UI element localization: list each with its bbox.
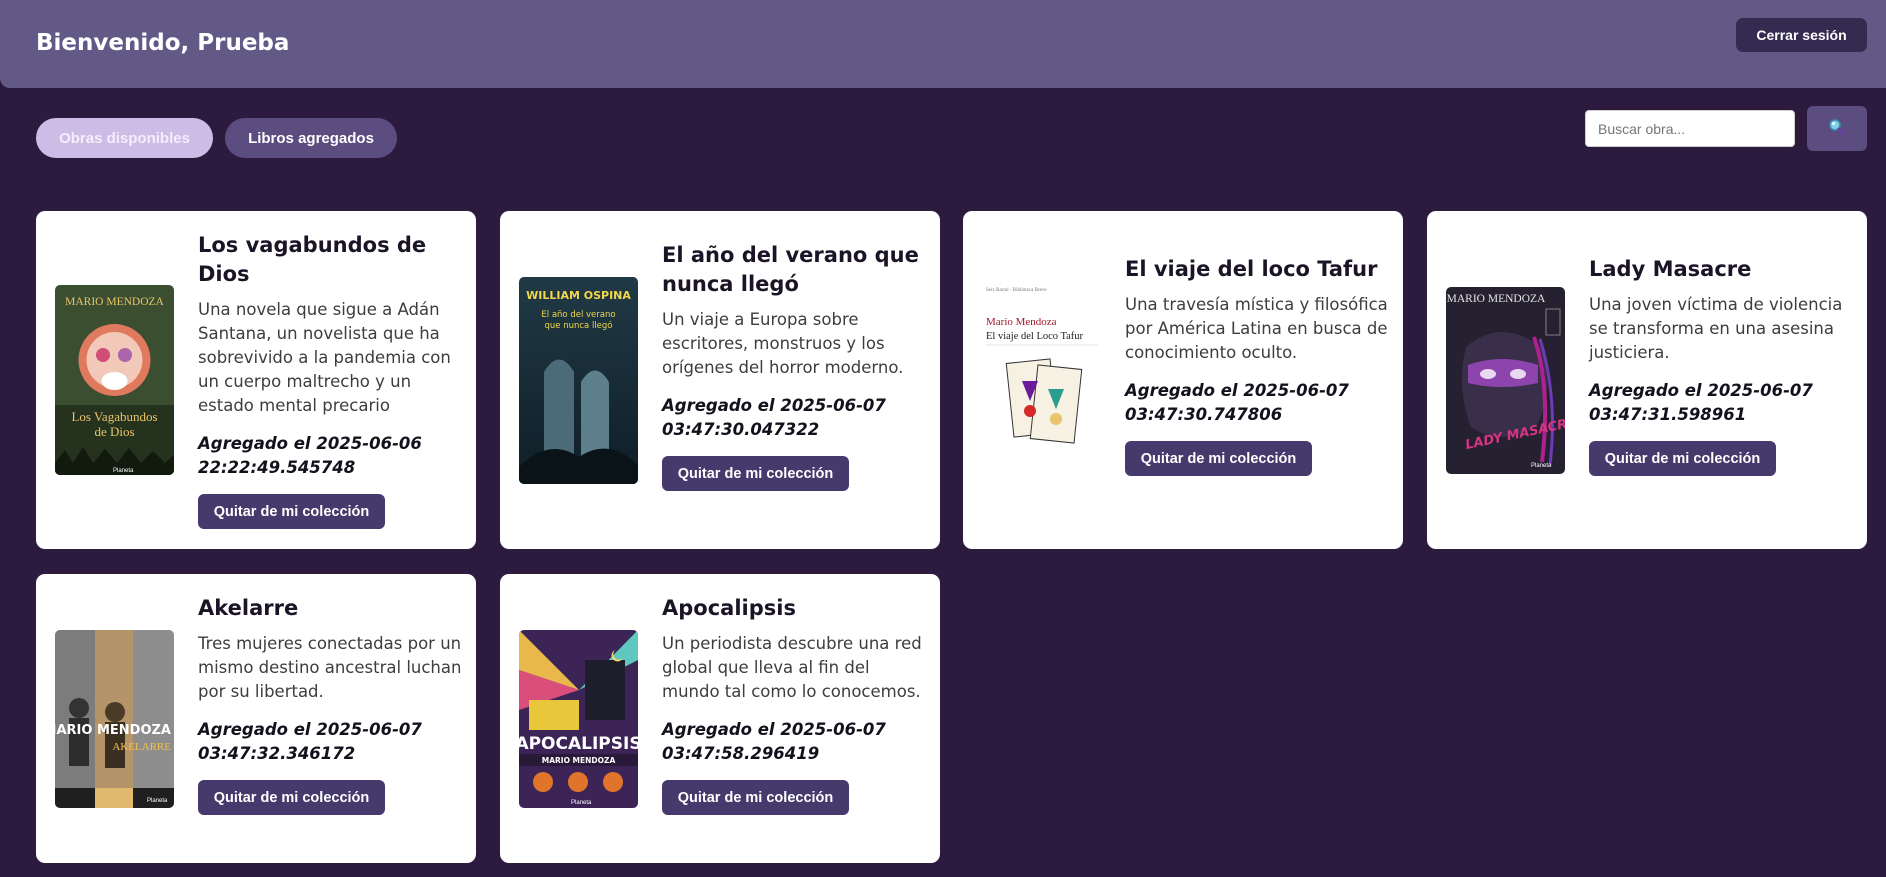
book-card: Seix Barral · Biblioteca Breve Mario Men… [963,211,1403,549]
book-card: MARIO MENDOZA Los Vagabundos de Dios Pla… [36,211,476,549]
logout-button[interactable]: Cerrar sesión [1736,18,1867,52]
cover-title: AKELARRE [112,741,171,753]
cover-title: APOCALIPSIS [519,734,638,754]
book-title: Los vagabundos de Dios [198,233,427,286]
remove-from-collection-button[interactable]: Quitar de mi colección [1589,441,1776,476]
cover-title: El viaje del Loco Tafur [986,331,1084,342]
cover-author: WILLIAM OSPINA [526,289,631,302]
book-added-date: Agregado el 2025-06-06 22:22:49.545748 [198,434,422,477]
book-cover: MARIO MENDOZA AKELARRE Planeta [55,630,174,808]
cover-author: MARIO MENDOZA [1447,293,1546,305]
svg-text:Seix Barral · Biblioteca Breve: Seix Barral · Biblioteca Breve [986,288,1047,293]
book-description: Un viaje a Europa sobre escritores, mons… [662,310,904,377]
remove-from-collection-button[interactable]: Quitar de mi colección [662,456,849,491]
svg-text:que nunca llegó: que nunca llegó [544,320,612,331]
book-card: APOCALIPSIS MARIO MENDOZA Planeta Apocal… [500,574,940,863]
book-card: WILLIAM OSPINA El año del verano que nun… [500,211,940,549]
remove-from-collection-button[interactable]: Quitar de mi colección [662,780,849,815]
search-icon [1827,117,1847,140]
cover-author: MARIO MENDOZA [55,723,171,738]
book-added-date: Agregado el 2025-06-07 03:47:58.296419 [662,720,886,763]
cover-publisher: Planeta [147,798,168,804]
book-added-date: Agregado el 2025-06-07 03:47:30.747806 [1125,381,1349,424]
book-description: Un periodista descubre una red global qu… [662,634,922,701]
remove-from-collection-button[interactable]: Quitar de mi colección [1125,441,1312,476]
book-title: El año del verano que nunca llegó [662,243,919,296]
search-input[interactable] [1585,110,1795,147]
svg-text:Los Vagabundos: Los Vagabundos [71,409,157,424]
remove-from-collection-button[interactable]: Quitar de mi colección [198,780,385,815]
cover-publisher: Planeta [113,468,134,474]
book-cover: MARIO MENDOZA LADY MASACRE Planeta [1446,287,1565,474]
book-description: Tres mujeres conectadas por un mismo des… [198,634,462,701]
book-description: Una travesía mística y filosófica por Am… [1125,295,1388,362]
search-button[interactable] [1807,106,1867,151]
tab-added-books[interactable]: Libros agregados [225,118,397,158]
tab-available-works[interactable]: Obras disponibles [36,118,213,158]
cover-publisher: Planeta [1531,463,1552,469]
cover-publisher: Planeta [571,800,592,806]
welcome-heading: Bienvenido, Prueba [36,30,290,56]
book-added-date: Agregado el 2025-06-07 03:47:30.047322 [662,396,886,439]
book-description: Una joven víctima de violencia se transf… [1589,295,1843,362]
book-added-date: Agregado el 2025-06-07 03:47:32.346172 [198,720,422,763]
header-bar: Bienvenido, Prueba Cerrar sesión [0,0,1886,88]
book-description: Una novela que sigue a Adán Santana, un … [198,300,451,415]
book-cover: APOCALIPSIS MARIO MENDOZA Planeta [519,630,638,808]
book-title: El viaje del loco Tafur [1125,257,1378,281]
book-cover: Seix Barral · Biblioteca Breve Mario Men… [982,281,1101,481]
svg-text:de Dios: de Dios [94,424,134,439]
book-card: MARIO MENDOZA AKELARRE Planeta Akelarre … [36,574,476,863]
remove-from-collection-button[interactable]: Quitar de mi colección [198,494,385,529]
cover-author: MARIO MENDOZA [65,296,164,308]
svg-text:El año del verano: El año del verano [541,310,615,320]
book-title: Akelarre [198,596,299,620]
cover-author: MARIO MENDOZA [542,756,616,765]
book-added-date: Agregado el 2025-06-07 03:47:31.598961 [1589,381,1813,424]
book-cover: MARIO MENDOZA Los Vagabundos de Dios Pla… [55,285,174,475]
book-title: Lady Masacre [1589,257,1752,281]
book-title: Apocalipsis [662,596,796,620]
cover-author: Mario Mendoza [986,316,1057,328]
book-cover: WILLIAM OSPINA El año del verano que nun… [519,277,638,484]
book-card: MARIO MENDOZA LADY MASACRE Planeta Lady … [1427,211,1867,549]
